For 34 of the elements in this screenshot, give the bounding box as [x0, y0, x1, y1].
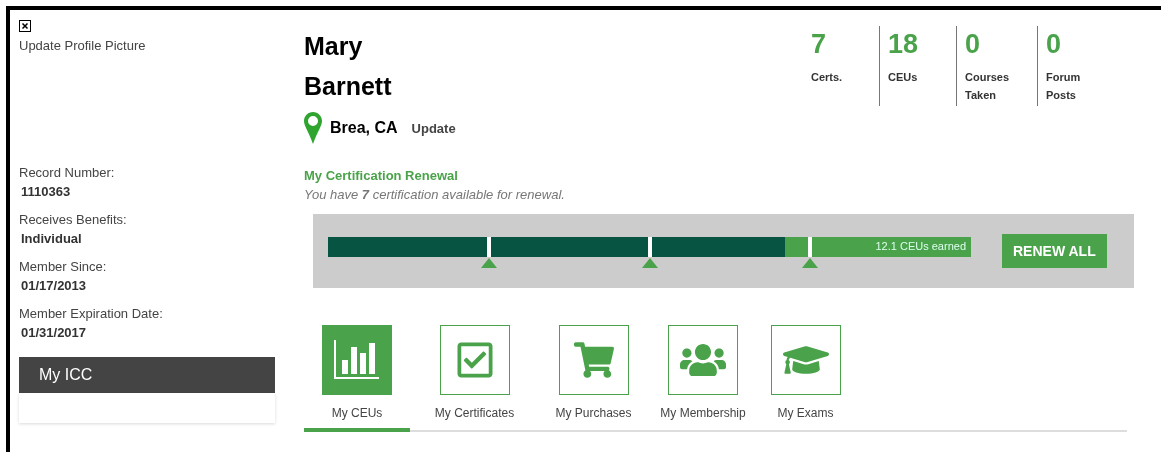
detail-value: 1110363	[20, 184, 72, 199]
detail-label: Member Expiration Date:	[19, 306, 164, 321]
nav-tab[interactable]: My Certificates	[410, 325, 539, 432]
progress-reading: 12.1 CEUs earned	[875, 240, 966, 252]
detail-value: 01/17/2013	[20, 278, 88, 293]
stat-value: 0	[1046, 28, 1063, 61]
stat-value: 7	[811, 28, 828, 61]
detail-value: 01/31/2017	[20, 325, 88, 340]
detail-label: Member Since:	[19, 259, 108, 274]
nav-tab[interactable]: My Exams	[758, 325, 853, 432]
stat-label: CEUs	[888, 70, 919, 85]
map-pin-icon	[304, 112, 322, 144]
location-text: Brea, CA	[330, 119, 398, 137]
broken-image-icon	[19, 20, 31, 32]
detail-value: Individual	[20, 231, 83, 246]
stat-label: Forum Posts	[1046, 70, 1082, 103]
member-last-name: Barnett	[304, 71, 393, 102]
bar-chart-icon	[334, 340, 380, 380]
nav-tab[interactable]: My Purchases	[539, 325, 648, 432]
renewal-title: My Certification Renewal	[304, 168, 459, 183]
stat-value: 18	[888, 28, 920, 61]
member-first-name: Mary	[304, 31, 364, 62]
renewal-message: You have 7 certification available for renewal.	[304, 187, 566, 202]
detail-label: Record Number:	[19, 165, 116, 180]
menu-header: My ICC	[19, 357, 275, 393]
update-location-link[interactable]: Update	[411, 120, 456, 136]
stat-label: Certs.	[811, 70, 844, 85]
nav-tab[interactable]: My CEUs	[304, 325, 410, 432]
nav-tab[interactable]: My Membership	[648, 325, 758, 432]
detail-label: Receives Benefits:	[19, 212, 128, 227]
stat-label: Courses Taken	[965, 70, 1011, 103]
cart-icon	[573, 340, 614, 380]
update-picture-link[interactable]: Update Profile Picture	[19, 38, 146, 53]
stat-value: 0	[965, 28, 982, 61]
